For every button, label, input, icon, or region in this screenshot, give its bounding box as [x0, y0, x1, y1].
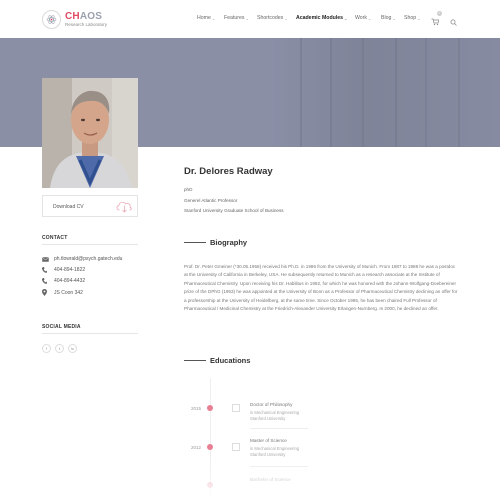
profile-school: Stanford University Graduate School of B… — [184, 208, 284, 213]
download-cv-button[interactable]: Download CV — [42, 195, 138, 217]
profile-photo — [42, 78, 138, 188]
edu-school: Stanford University — [250, 416, 286, 421]
nav-shop[interactable]: Shop ⌄ — [404, 15, 420, 21]
chevron-down-icon: ⌄ — [245, 15, 249, 21]
contact-title: CONTACT — [42, 235, 68, 241]
edu-year: 2012 — [191, 445, 202, 450]
chevron-down-icon: ⌄ — [368, 15, 372, 21]
edu-school: Stanford University — [250, 452, 286, 457]
nav-home[interactable]: Home ⌄ — [197, 15, 215, 21]
contact-office-text: JS Coon 342 — [54, 289, 83, 296]
phone-icon — [42, 278, 50, 284]
facebook-icon[interactable]: f — [42, 344, 51, 353]
atom-icon — [42, 10, 61, 29]
biography-text: Prof. Dr. Peter Gmeiner (*30.05.1958) re… — [184, 264, 458, 312]
site-header: CHAOS Research Laboratory Home ⌄ Features… — [0, 0, 500, 38]
educations-heading: Educations — [184, 356, 250, 365]
educations-title: Educations — [210, 356, 251, 365]
nav-features[interactable]: Features ⌄ — [224, 15, 249, 21]
download-cv-label: Download CV — [53, 204, 84, 210]
logo-title: CHAOS — [65, 10, 103, 22]
contact-phone-2-text: 404-894-4432 — [54, 278, 86, 284]
chevron-down-icon: ⌄ — [284, 15, 288, 21]
contact-phone-1-text: 404-894-1822 — [54, 267, 86, 273]
profile-name: Dr. Delores Radway — [184, 166, 273, 177]
biography-heading: Biography — [184, 238, 247, 247]
search-icon[interactable] — [450, 13, 457, 31]
nav-shortcodes[interactable]: Shortcodes ⌄ — [257, 15, 288, 21]
nav-blog[interactable]: Blog ⌄ — [381, 15, 396, 21]
cloud-download-icon — [115, 199, 133, 215]
phone-icon — [42, 267, 50, 273]
chevron-down-icon: ⌄ — [211, 15, 216, 21]
contact-phone-2[interactable]: 404-894-4432 — [42, 278, 85, 284]
nav-academic-modules[interactable]: Academic Modules ⌄ — [296, 15, 347, 21]
twitter-icon[interactable]: t — [55, 344, 64, 353]
contact-office: JS Coon 342 — [42, 289, 83, 296]
divider — [42, 333, 138, 334]
chevron-down-icon: ⌄ — [344, 15, 348, 21]
chevron-down-icon: ⌄ — [417, 15, 421, 21]
timeline-dot — [207, 444, 213, 450]
chevron-down-icon: ⌄ — [392, 15, 396, 21]
cart-count-badge: 0 — [437, 11, 442, 16]
divider — [250, 428, 308, 429]
contact-email-text: ph.tlowrald@psych.gatech.edu — [54, 256, 123, 262]
logo-subtitle: Research Laboratory — [65, 21, 108, 27]
social-media-title: SOCIAL MEDIA — [42, 324, 81, 330]
edu-title: Master of Science — [250, 438, 287, 443]
contact-phone-1[interactable]: 404-894-1822 — [42, 267, 85, 273]
contact-email[interactable]: ph.tlowrald@psych.gatech.edu — [42, 256, 122, 262]
divider — [42, 244, 138, 245]
page-fade — [0, 465, 500, 500]
edu-title: Doctor of Philosophy — [250, 402, 293, 407]
edu-year: 2015 — [191, 406, 202, 411]
heading-bar — [184, 242, 206, 243]
nav-work[interactable]: Work ⌄ — [355, 15, 371, 21]
biography-title: Biography — [210, 238, 248, 247]
profile-role: Generel Atlantic Professor — [184, 197, 238, 203]
profile-degree: phD — [184, 187, 193, 192]
envelope-icon — [42, 256, 50, 262]
map-pin-icon — [42, 289, 50, 296]
linkedin-icon[interactable]: in — [68, 344, 77, 353]
social-links: f t in — [42, 344, 77, 353]
logo[interactable]: CHAOS Research Laboratory — [42, 10, 107, 29]
heading-bar — [184, 360, 206, 361]
timeline-dot — [207, 405, 213, 411]
edu-marker — [232, 443, 240, 451]
edu-marker — [232, 404, 240, 412]
profile-info: phD Generel Atlantic Professor Stanford … — [184, 185, 284, 217]
